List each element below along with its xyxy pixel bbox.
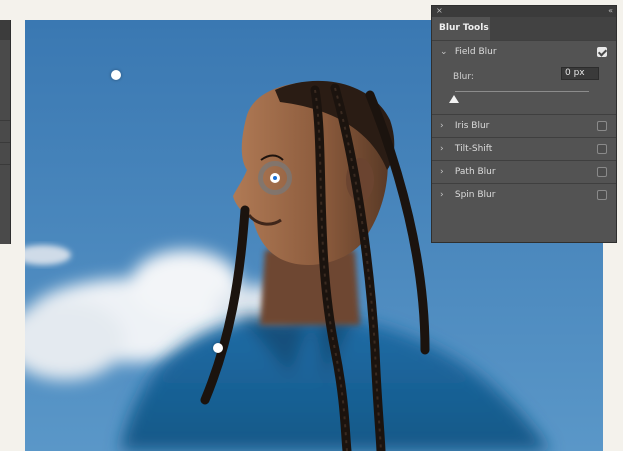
blur-slider-track[interactable] (455, 91, 589, 92)
chevron-right-icon[interactable]: › (440, 184, 452, 207)
blur-amount-input[interactable]: 0 px (561, 67, 599, 80)
section-label: Tilt-Shift (454, 144, 493, 154)
panel-tab-bar: Blur Tools (432, 17, 616, 40)
section-label: Path Blur (454, 167, 496, 177)
section-label: Field Blur (454, 47, 497, 57)
panel-titlebar[interactable]: × « (432, 6, 616, 17)
collapse-icon[interactable]: « (608, 6, 613, 15)
field-blur-checkbox[interactable] (597, 47, 607, 57)
section-field-blur[interactable]: ⌄ Field Blur (432, 40, 616, 63)
left-panel-header (0, 20, 10, 40)
section-tilt-shift[interactable]: › Tilt-Shift (432, 137, 616, 160)
tab-blur-tools[interactable]: Blur Tools (432, 17, 490, 40)
blur-pin-sky[interactable] (111, 70, 121, 80)
blur-slider-thumb[interactable] (449, 95, 459, 103)
chevron-down-icon[interactable]: ⌄ (440, 41, 452, 64)
chevron-right-icon[interactable]: › (440, 138, 452, 161)
blur-pin-face[interactable] (258, 161, 292, 195)
left-panel-edge (0, 20, 11, 244)
section-iris-blur[interactable]: › Iris Blur (432, 114, 616, 137)
path-blur-checkbox[interactable] (597, 167, 607, 177)
blur-pin-shirt[interactable] (213, 343, 223, 353)
close-icon[interactable]: × (436, 6, 443, 15)
left-panel-divider (0, 142, 10, 143)
chevron-right-icon[interactable]: › (440, 115, 452, 138)
section-spin-blur[interactable]: › Spin Blur (432, 183, 616, 206)
section-label: Spin Blur (454, 190, 496, 200)
left-panel-divider (0, 164, 10, 165)
blur-tools-panel: × « Blur Tools ⌄ Field Blur Blur: 0 px ›… (431, 5, 617, 243)
chevron-right-icon[interactable]: › (440, 161, 452, 184)
tilt-shift-checkbox[interactable] (597, 144, 607, 154)
left-panel-divider (0, 120, 10, 121)
blur-amount-label: Blur: (453, 72, 474, 82)
blur-pin-dot (273, 176, 277, 180)
spin-blur-checkbox[interactable] (597, 190, 607, 200)
section-label: Iris Blur (454, 121, 490, 131)
iris-blur-checkbox[interactable] (597, 121, 607, 131)
section-path-blur[interactable]: › Path Blur (432, 160, 616, 183)
field-blur-settings: Blur: 0 px (432, 63, 616, 114)
